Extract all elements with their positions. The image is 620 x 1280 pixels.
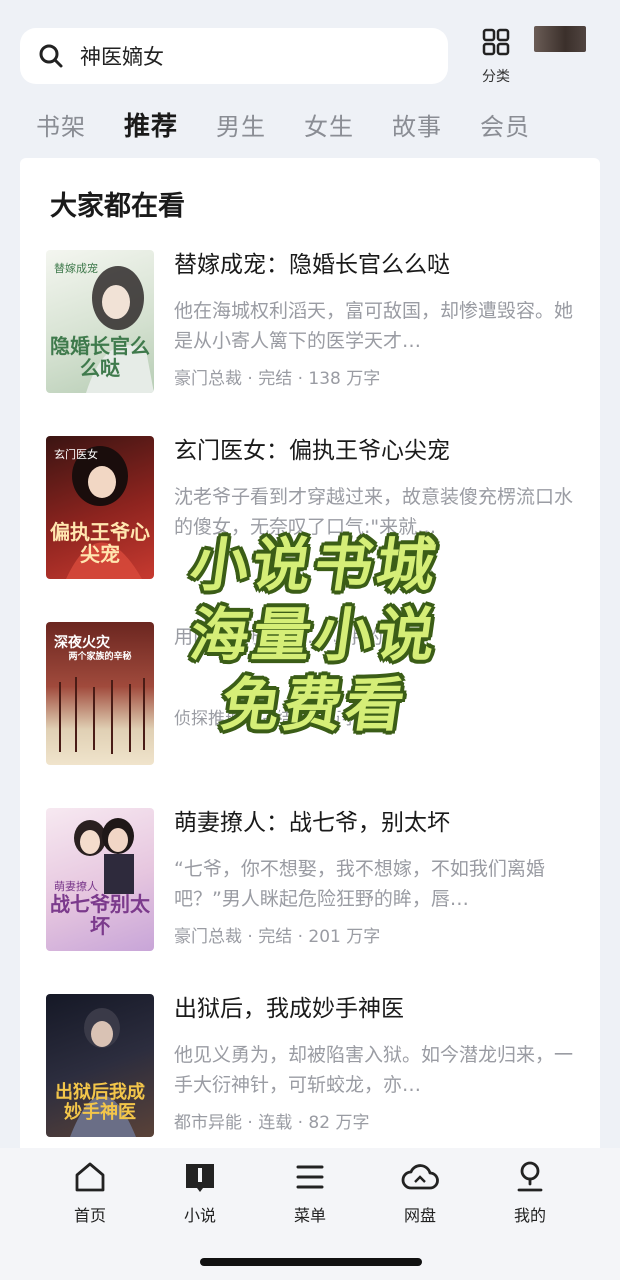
nav-cloud-label: 网盘 (403, 1206, 436, 1225)
book-cover: 深夜火灾 两个家族的辛秘 (46, 622, 154, 765)
book-cover: 萌妻撩人 战七爷别太坏 (46, 808, 154, 951)
book-item[interactable]: 替嫁成宠 隐婚长官么么哒 替嫁成宠：隐婚长官么么哒 他在海城权利滔天，富可敌国，… (46, 250, 586, 400)
book-desc: 沈老爷子看到才穿越过来，故意装傻充楞流口水的傻女，无奈叹了口气:"来就… (174, 486, 574, 538)
home-icon (73, 1160, 107, 1198)
category-button[interactable]: 分类 (470, 28, 522, 90)
book-item[interactable]: 萌妻撩人 战七爷别太坏 萌妻撩人：战七爷，别太坏 “七爷，你不想娶，我不想嫁，不… (46, 808, 586, 958)
tab-male[interactable]: 男生 (216, 107, 266, 142)
book-meta: 豪门总裁 · 完结 · 201 万字 (174, 927, 381, 947)
book-meta: 都市异能 · 连载 · 82 万字 (174, 1113, 370, 1133)
search-query: 神医嫡女 (80, 45, 164, 69)
tab-female[interactable]: 女生 (304, 107, 354, 142)
book-cover: 玄门医女 偏执王爷心尖宠 (46, 436, 154, 579)
book-meta: 豪门总裁 · 完结 · 138 万字 (174, 369, 381, 389)
nav-mine[interactable]: 我的 (490, 1160, 570, 1225)
book-item[interactable]: 出狱后我成妙手神医 出狱后，我成妙手神医 他见义勇为，却被陷害入狱。如今潜龙归来… (46, 994, 586, 1144)
tab-bookshelf[interactable]: 书架 (36, 107, 86, 142)
cover-title: 深夜火灾 (54, 635, 110, 651)
tab-vip[interactable]: 会员 (480, 107, 530, 142)
nav-home-label: 首页 (73, 1206, 106, 1225)
cover-title: 偏执王爷心尖宠 (50, 520, 150, 566)
book-item[interactable]: 玄门医女 偏执王爷心尖宠 玄门医女：偏执王爷心尖宠 沈老爷子看到才穿越过来，故意… (46, 436, 586, 586)
grid-icon (482, 28, 510, 60)
cloud-icon (401, 1160, 439, 1198)
book-title: 替嫁成宠：隐婚长官么么哒 (174, 252, 450, 278)
book-icon (183, 1160, 217, 1198)
top-tabs: 书架 推荐 男生 女生 故事 会员 (36, 104, 568, 144)
search-bar[interactable]: 神医嫡女 (20, 28, 448, 84)
tab-story[interactable]: 故事 (392, 107, 442, 142)
book-title: 玄门医女：偏执王爷心尖宠 (174, 438, 450, 464)
cover-tagline: 替嫁成宠 (54, 262, 98, 275)
nav-cloud[interactable]: 网盘 (380, 1160, 460, 1225)
book-desc: 他在海城权利滔天，富可敌国，却惨遭毁容。她是从小寄人篱下的医学天才… (174, 300, 574, 352)
book-cover: 出狱后我成妙手神医 (46, 994, 154, 1137)
menu-icon (293, 1160, 327, 1198)
tab-recommend[interactable]: 推荐 (124, 106, 178, 143)
nav-novel[interactable]: 小说 (160, 1160, 240, 1225)
home-indicator[interactable] (200, 1258, 422, 1266)
cover-title: 隐婚长官么么哒 (50, 334, 150, 380)
book-desc: 用两个家族…，…动手的… (174, 626, 403, 648)
search-icon (38, 43, 64, 69)
nav-menu[interactable]: 菜单 (270, 1160, 350, 1225)
book-title: 萌妻撩人：战七爷，别太坏 (174, 810, 450, 836)
section-title: 大家都在看 (50, 191, 185, 222)
cover-tagline: 两个家族的辛秘 (68, 652, 132, 662)
nav-mine-label: 我的 (513, 1206, 546, 1225)
cover-tagline: 玄门医女 (54, 448, 98, 461)
recommend-card: 大家都在看 替嫁成宠 隐婚长官么么哒 替嫁成宠：隐婚长官么么哒 他在海城权利滔天… (20, 158, 600, 1148)
category-label: 分类 (482, 69, 510, 85)
nav-novel-label: 小说 (183, 1206, 216, 1225)
nav-menu-label: 菜单 (293, 1206, 326, 1225)
avatar[interactable] (534, 26, 586, 52)
book-desc: “七爷，你不想娶，我不想嫁，不如我们离婚吧？”男人眯起危险狂野的眸，唇… (174, 858, 545, 910)
book-cover: 替嫁成宠 隐婚长官么么哒 (46, 250, 154, 393)
user-icon (513, 1160, 547, 1198)
book-item[interactable]: 深夜火灾 两个家族的辛秘 用两个家族…，…动手的… 侦探推理 · 完结 · 2 … (46, 622, 586, 772)
book-desc: 他见义勇为，却被陷害入狱。如今潜龙归来，一手大衍神针，可斩蛟龙，亦… (174, 1044, 574, 1096)
cover-title: 战七爷别太坏 (50, 892, 150, 938)
nav-home[interactable]: 首页 (50, 1160, 130, 1225)
cover-title: 出狱后我成妙手神医 (55, 1082, 145, 1123)
book-meta: 侦探推理 · 完结 · 2 万字 (174, 709, 359, 729)
book-title: 出狱后，我成妙手神医 (174, 996, 404, 1022)
